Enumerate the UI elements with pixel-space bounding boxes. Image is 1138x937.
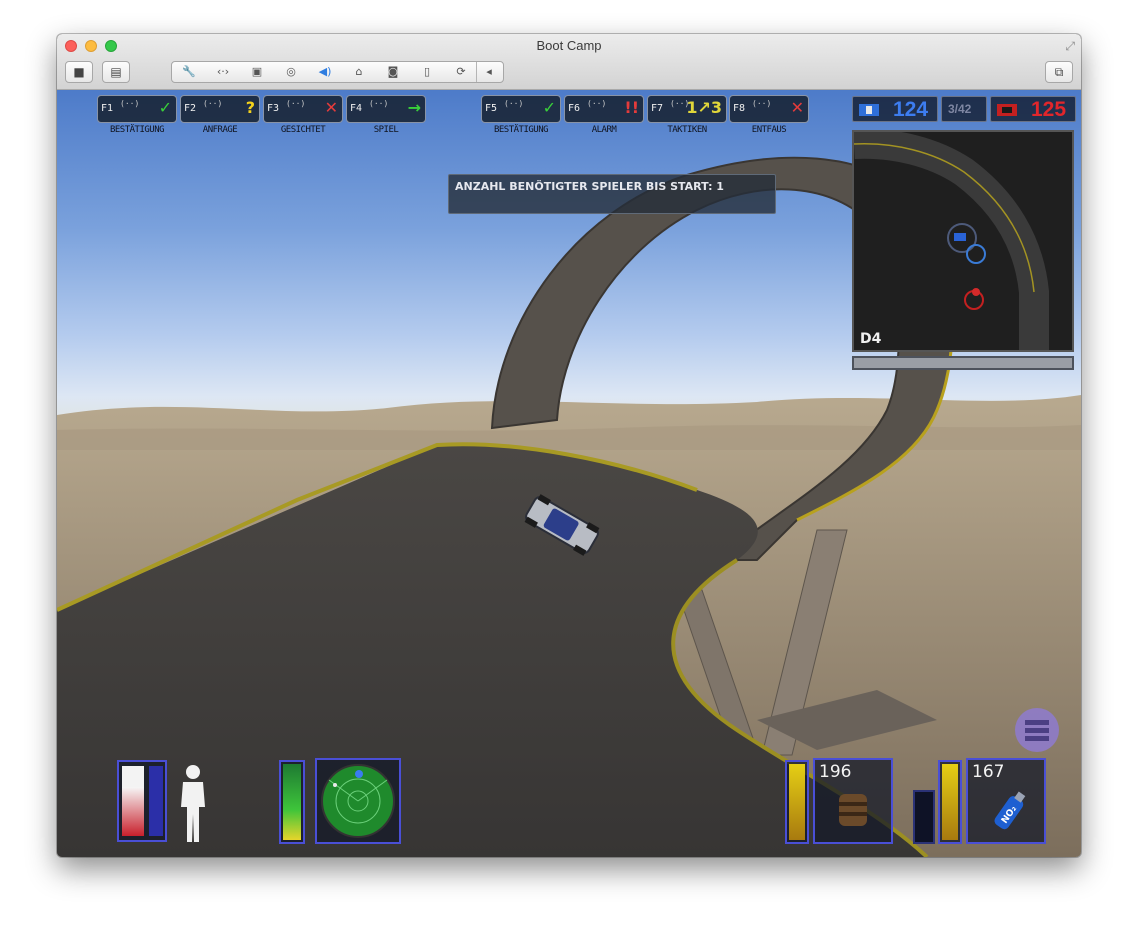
radio-command-key: F2 xyxy=(184,103,197,114)
antenna-icon: (··) xyxy=(752,99,772,108)
nitro-panel: 167 NO₂ xyxy=(966,758,1046,844)
stop-icon: ■ xyxy=(73,65,85,79)
radio-command-icon: !! xyxy=(624,98,639,117)
radio-command-f7[interactable]: F7 (··) 1↗3 xyxy=(647,95,727,123)
camera-icon[interactable]: ◙ xyxy=(378,62,408,82)
minimap-player-blue xyxy=(954,233,966,241)
radio-command-key: F5 xyxy=(485,103,498,114)
blue-score-value: 124 xyxy=(893,98,929,121)
radio-command-key: F8 xyxy=(733,103,746,114)
antenna-icon: (··) xyxy=(369,99,389,108)
volume-icon[interactable]: ◀) xyxy=(310,62,340,82)
radio-command-f4[interactable]: F4 (··) → xyxy=(346,95,426,123)
radio-command-icon: → xyxy=(407,98,421,117)
armor-bar xyxy=(149,766,163,836)
health-bar-track xyxy=(122,766,144,836)
title-bar: Boot Camp ⤢ ■ ▤ 🔧 ‹·› ▣ ◎ ◀) ⌂ ◙ ▯ ⟳ ◂ ⧉ xyxy=(57,34,1081,90)
nitro-count: 167 xyxy=(972,762,1005,782)
radio-command-icon: ✕ xyxy=(324,98,338,117)
radio-command-f3[interactable]: F3 (··) ✕ xyxy=(263,95,343,123)
radio-command-key: F7 xyxy=(651,103,664,114)
ammo-level-bar xyxy=(785,760,809,844)
team-red-score: 125 xyxy=(990,96,1076,122)
windows-button[interactable]: ⧉ xyxy=(1045,61,1073,83)
device-toolbar: 🔧 ‹·› ▣ ◎ ◀) ⌂ ◙ ▯ ⟳ ◂ xyxy=(171,61,504,83)
fullscreen-icon[interactable]: ⤢ xyxy=(1065,39,1075,54)
radio-command-key: F1 xyxy=(101,103,114,114)
radio-command-f1[interactable]: F1 (··) ✓ xyxy=(97,95,177,123)
window-stack-icon: ⧉ xyxy=(1054,65,1064,79)
radio-command-f5[interactable]: F5 (··) ✓ xyxy=(481,95,561,123)
minimap-grid-label: D4 xyxy=(860,331,882,347)
status-message-text: ANZAHL BENÖTIGTER SPIELER BIS START: 1 xyxy=(455,180,724,193)
cd-icon[interactable]: ◎ xyxy=(276,62,306,82)
radio-command-label: BESTÄTIGUNG xyxy=(493,125,549,135)
stop-button[interactable]: ■ xyxy=(65,61,93,83)
antenna-icon: (··) xyxy=(203,99,223,108)
red-score-value: 125 xyxy=(1031,98,1067,121)
antenna-icon: (··) xyxy=(120,99,140,108)
radio-command-label: BESTÄTIGUNG xyxy=(109,125,165,135)
radio-command-key: F4 xyxy=(350,103,363,114)
disk-icon[interactable]: ▣ xyxy=(242,62,272,82)
resize-arrows-icon[interactable]: ‹·› xyxy=(208,62,238,82)
radio-command-label: ENTFAUS xyxy=(751,125,787,135)
radio-command-label: ANFRAGE xyxy=(202,125,238,135)
red-flag-icon xyxy=(997,104,1017,116)
radio-command-icon: ? xyxy=(245,98,255,117)
usb-icon[interactable]: ⌂ xyxy=(344,62,374,82)
player-silhouette-icon xyxy=(181,765,205,842)
radar-icon xyxy=(321,764,395,838)
radio-command-f6[interactable]: F6 (··)!! xyxy=(564,95,644,123)
nitro-level-fill xyxy=(942,764,958,840)
blue-flag-icon xyxy=(859,104,879,116)
radio-command-f2[interactable]: F2 (··)? xyxy=(180,95,260,123)
radio-command-icon: ✓ xyxy=(542,98,556,117)
health-bar-fill xyxy=(122,787,144,836)
health-panel xyxy=(117,760,167,842)
ammo-panel: 196 xyxy=(813,758,893,844)
energy-bar xyxy=(279,760,305,844)
radio-command-key: F6 xyxy=(568,103,581,114)
ammo-level-fill xyxy=(789,764,805,840)
round-counter: 3/42 xyxy=(941,96,987,122)
radio-command-label: ALARM xyxy=(591,125,617,135)
radio-command-label: GESICHTET xyxy=(280,125,326,135)
window-title: Boot Camp xyxy=(536,38,602,53)
wrench-icon[interactable]: 🔧 xyxy=(174,62,204,82)
minimap-bar xyxy=(852,356,1074,370)
team-blue-score: 124 xyxy=(852,96,938,122)
minimap-player-red xyxy=(972,288,980,296)
radio-command-label: SPIEL xyxy=(373,125,399,135)
minimap-track xyxy=(854,132,1049,350)
antenna-icon: (··) xyxy=(286,99,306,108)
settings-doc-icon: ▤ xyxy=(110,65,122,79)
radio-command-icon: 1↗3 xyxy=(686,98,722,117)
boost-gauge xyxy=(913,790,935,844)
antenna-icon: (··) xyxy=(587,99,607,108)
radar-panel xyxy=(315,758,401,844)
energy-bar-fill xyxy=(283,764,301,840)
ammo-drum-icon xyxy=(839,794,867,826)
round-counter-value: 3/42 xyxy=(948,102,972,116)
ammo-count: 196 xyxy=(819,762,852,782)
collapse-icon[interactable]: ◂ xyxy=(476,62,501,82)
radio-command-f8[interactable]: F8 (··) ✕ xyxy=(729,95,809,123)
game-viewport[interactable]: F1 (··) ✓ BESTÄTIGUNG F2 (··)? ANFRAGE F3 (··) ✕ G… xyxy=(57,90,1081,857)
weapon-cycle-icon xyxy=(1015,708,1059,752)
radio-command-icon: ✕ xyxy=(790,98,804,117)
radio-command-label: TAKTIKEN xyxy=(667,125,707,135)
sync-icon[interactable]: ⟳ xyxy=(446,62,476,82)
settings-button[interactable]: ▤ xyxy=(102,61,130,83)
mouse-icon[interactable]: ▯ xyxy=(412,62,442,82)
antenna-icon: (··) xyxy=(504,99,524,108)
radio-command-icon: ✓ xyxy=(158,98,172,117)
app-window: Boot Camp ⤢ ■ ▤ 🔧 ‹·› ▣ ◎ ◀) ⌂ ◙ ▯ ⟳ ◂ ⧉ xyxy=(57,34,1081,857)
minimap[interactable]: D4 xyxy=(852,130,1074,352)
status-message: ANZAHL BENÖTIGTER SPIELER BIS START: 1 xyxy=(448,174,776,214)
nitro-level-bar xyxy=(938,760,962,844)
radio-command-key: F3 xyxy=(267,103,280,114)
